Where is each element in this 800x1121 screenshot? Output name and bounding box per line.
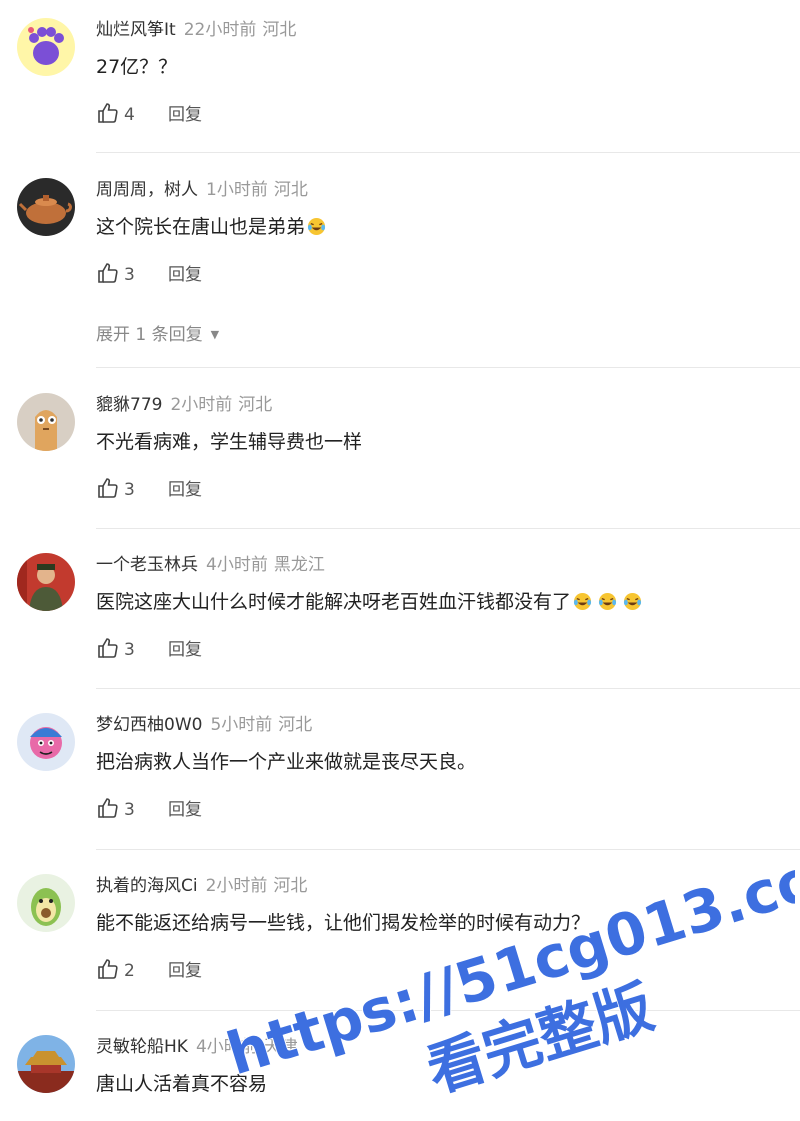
comment-text-content: 医院这座大山什么时候才能解决呀老百姓血汗钱都没有了 — [96, 591, 572, 613]
avatar[interactable] — [17, 713, 75, 771]
username[interactable]: 执着的海风Ci — [96, 876, 198, 896]
location: 河北 — [262, 20, 297, 40]
username[interactable]: 灵敏轮船HK — [96, 1037, 188, 1057]
avatar[interactable] — [17, 874, 75, 932]
comment-text: 医院这座大山什么时候才能解决呀老百姓血汗钱都没有了 — [96, 584, 642, 620]
expand-replies-button[interactable]: 展开 1 条回复 ▼ — [96, 320, 219, 345]
timestamp: 4小时前 — [195, 1037, 258, 1057]
comment-text: 唐山人活着真不容易 — [96, 1066, 267, 1102]
laugh-cry-emoji — [598, 592, 617, 611]
comment-meta: 梦幻西柚0W0 5小时前 河北 — [96, 710, 312, 740]
thumbs-up-icon — [98, 798, 118, 818]
comment-text: 把治病救人当作一个产业来做就是丧尽天良。 — [96, 744, 476, 780]
laugh-cry-emoji — [573, 592, 592, 611]
reply-button[interactable]: 回复 — [168, 795, 202, 825]
comment-text: 不光看病难，学生辅导费也一样 — [96, 424, 362, 460]
like-count: 3 — [124, 265, 135, 285]
thumbs-up-icon — [98, 959, 118, 979]
location: 河北 — [278, 715, 313, 735]
laugh-cry-emoji — [307, 217, 326, 236]
thumbs-up-icon — [98, 263, 118, 283]
thumbs-up-icon — [98, 638, 118, 658]
divider — [96, 528, 800, 529]
reply-button[interactable]: 回复 — [168, 956, 202, 986]
like-count: 3 — [124, 640, 135, 660]
divider — [96, 367, 800, 368]
thumbs-up-icon — [98, 103, 118, 123]
location: 天津 — [263, 1037, 298, 1057]
like-button[interactable]: 3 — [96, 260, 135, 290]
timestamp: 2小时前 — [170, 395, 233, 415]
like-count: 3 — [124, 480, 135, 500]
comment-text: 27亿？？ — [96, 49, 177, 85]
comment-text-content: 27亿？？ — [96, 56, 178, 78]
comment-text-content: 唐山人活着真不容易 — [96, 1073, 268, 1095]
avatar[interactable] — [17, 1035, 75, 1093]
location: 黑龙江 — [273, 555, 325, 575]
comment-text-content: 能不能返还给病号一些钱，让他们揭发检举的时候有动力？ — [96, 912, 591, 934]
timestamp: 5小时前 — [210, 715, 273, 735]
location: 河北 — [273, 180, 308, 200]
like-count: 4 — [124, 105, 135, 125]
comment-text: 这个院长在唐山也是弟弟 — [96, 209, 326, 245]
like-button[interactable]: 3 — [96, 795, 135, 825]
comment-meta: 一个老玉林兵 4小时前 黑龙江 — [96, 550, 325, 580]
timestamp: 1小时前 — [206, 180, 268, 200]
laugh-cry-emoji — [623, 592, 642, 611]
username[interactable]: 貔貅779 — [96, 395, 162, 415]
comment-meta: 执着的海风Ci 2小时前 河北 — [96, 871, 307, 901]
watermark-caption: 看完整版 — [419, 973, 661, 1106]
reply-button[interactable]: 回复 — [168, 475, 202, 505]
location: 河北 — [273, 876, 308, 896]
username[interactable]: 周周周，树人 — [96, 180, 198, 200]
caret-down-icon: ▼ — [210, 328, 220, 341]
divider — [96, 152, 800, 153]
timestamp: 2小时前 — [205, 876, 268, 896]
comment-text: 能不能返还给病号一些钱，让他们揭发检举的时候有动力？ — [96, 905, 590, 941]
comment-text-content: 把治病救人当作一个产业来做就是丧尽天良。 — [96, 751, 477, 773]
reply-button[interactable]: 回复 — [168, 100, 202, 130]
comment-text-content: 不光看病难，学生辅导费也一样 — [96, 431, 363, 453]
timestamp: 22小时前 — [183, 20, 257, 40]
avatar[interactable] — [17, 18, 75, 76]
reply-button[interactable]: 回复 — [168, 635, 202, 665]
like-count: 3 — [124, 800, 135, 820]
comment-text-content: 这个院长在唐山也是弟弟 — [96, 216, 306, 238]
like-button[interactable]: 2 — [96, 956, 135, 986]
like-button[interactable]: 3 — [96, 635, 135, 665]
like-button[interactable]: 3 — [96, 475, 135, 505]
username[interactable]: 梦幻西柚0W0 — [96, 715, 202, 735]
comment-meta: 灿烂风筝It 22小时前 河北 — [96, 15, 296, 45]
like-count: 2 — [124, 961, 135, 981]
divider — [96, 849, 800, 850]
reply-button[interactable]: 回复 — [168, 260, 202, 290]
divider — [96, 1010, 800, 1011]
avatar[interactable] — [17, 393, 75, 451]
username[interactable]: 一个老玉林兵 — [96, 555, 198, 575]
location: 河北 — [238, 395, 273, 415]
comment-meta: 灵敏轮船HK 4小时前 天津 — [96, 1032, 298, 1062]
thumbs-up-icon — [98, 478, 118, 498]
username[interactable]: 灿烂风筝It — [96, 20, 176, 40]
divider — [96, 688, 800, 689]
avatar[interactable] — [17, 178, 75, 236]
expand-replies-label: 展开 1 条回复 — [96, 325, 203, 345]
comment-meta: 周周周，树人 1小时前 河北 — [96, 175, 308, 205]
avatar[interactable] — [17, 553, 75, 611]
comment-meta: 貔貅779 2小时前 河北 — [96, 390, 272, 420]
like-button[interactable]: 4 — [96, 100, 135, 130]
timestamp: 4小时前 — [206, 555, 268, 575]
